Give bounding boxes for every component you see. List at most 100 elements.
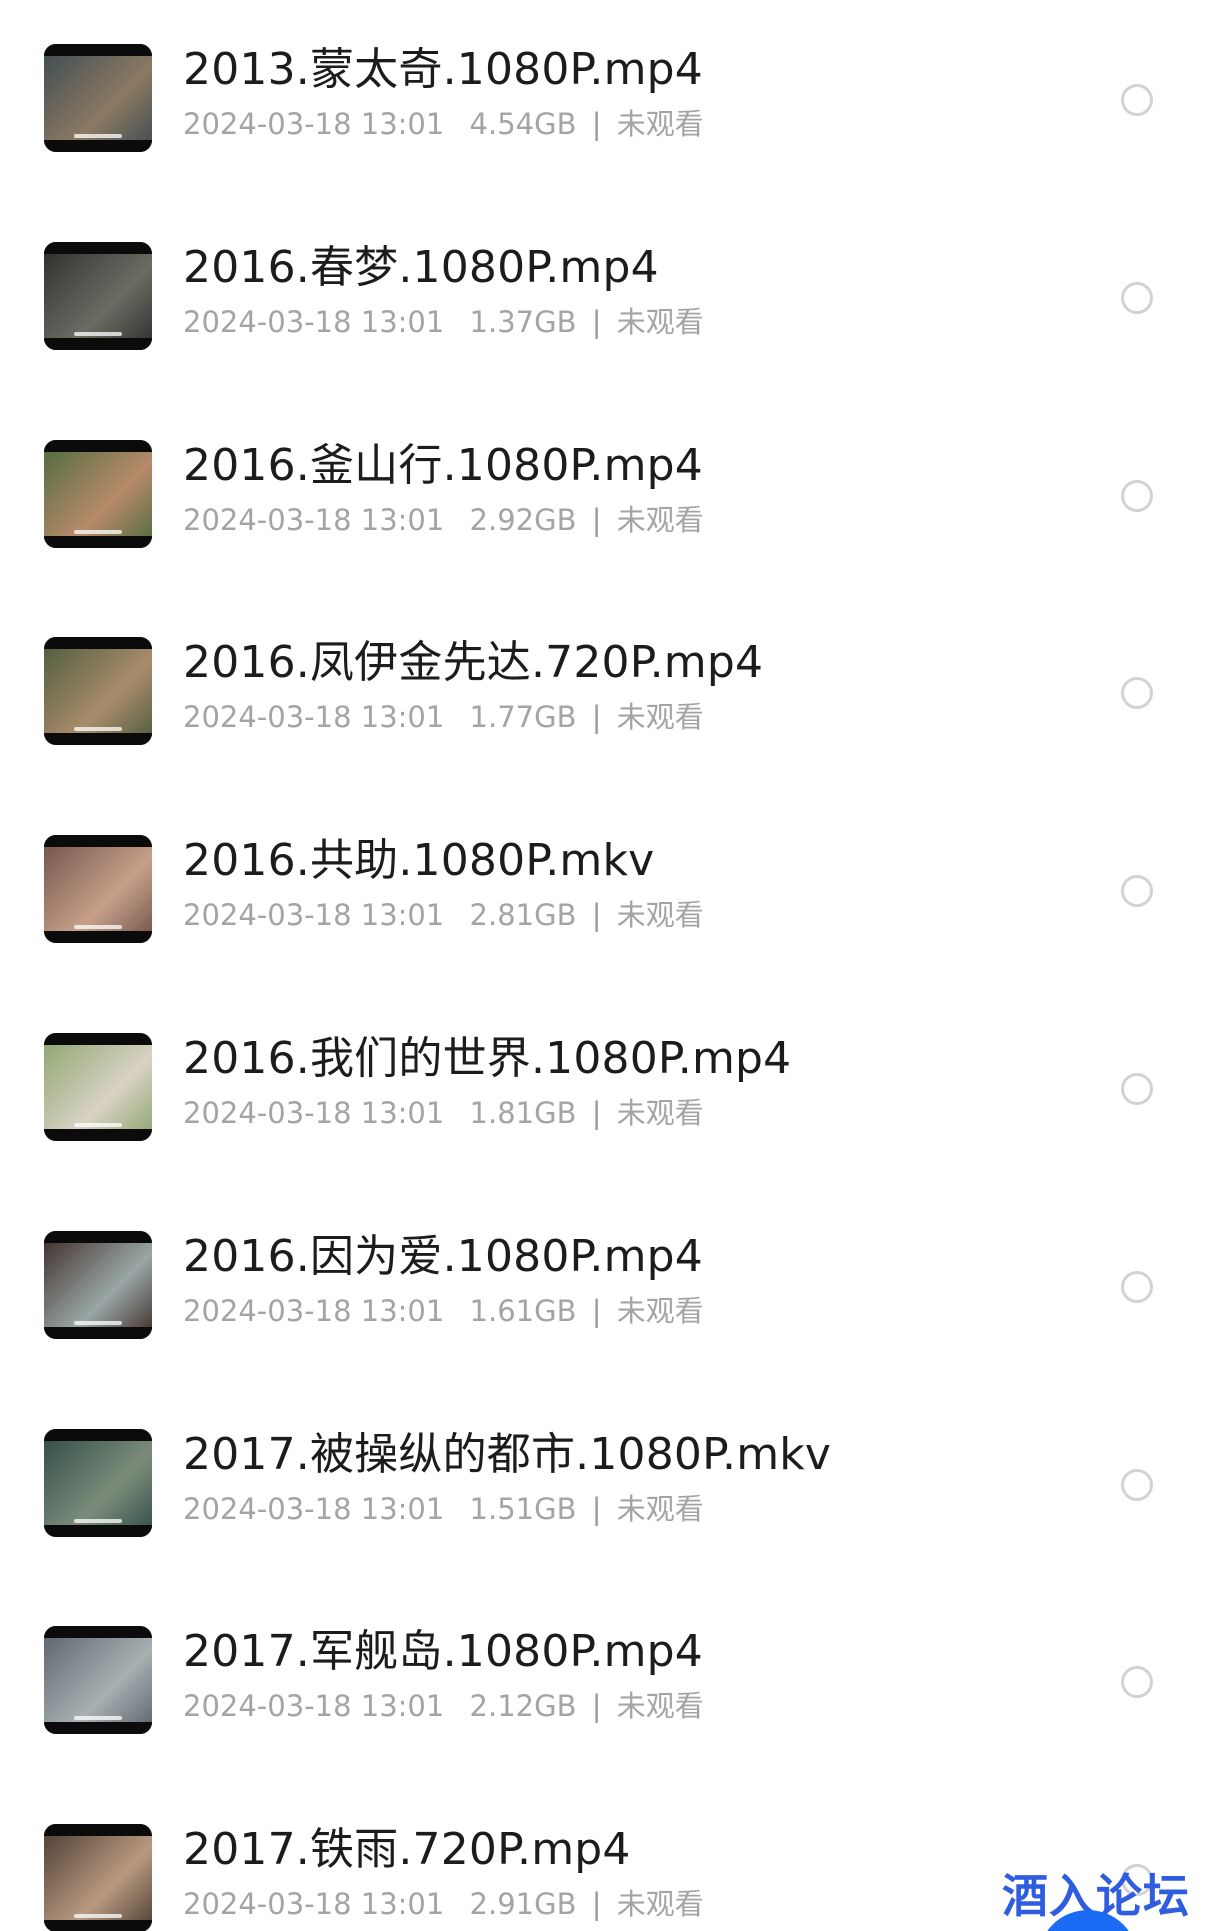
subtitle-strip bbox=[74, 925, 122, 930]
watch-status: 未观看 bbox=[616, 502, 704, 537]
letterbox-bar bbox=[44, 1920, 152, 1931]
file-row[interactable]: 2016.凤伊金先达.720P.mp4 2024-03-18 13:01 1.7… bbox=[0, 629, 1220, 827]
subtitle-strip bbox=[74, 727, 122, 732]
select-radio[interactable] bbox=[1121, 1270, 1153, 1303]
letterbox-bar bbox=[44, 1824, 152, 1837]
meta-separator: | bbox=[591, 304, 602, 339]
file-row[interactable]: 2016.因为爱.1080P.mp4 2024-03-18 13:01 1.61… bbox=[0, 1223, 1220, 1421]
file-size: 2.91GB bbox=[469, 1887, 577, 1922]
file-name: 2013.蒙太奇.1080P.mp4 bbox=[183, 44, 703, 95]
file-meta: 2024-03-18 13:01 2.91GB | 未观看 bbox=[183, 1885, 704, 1923]
letterbox-bar bbox=[44, 1129, 152, 1141]
watch-status: 未观看 bbox=[616, 1689, 704, 1724]
file-date: 2024-03-18 13:01 bbox=[183, 304, 445, 339]
letterbox-bar bbox=[44, 44, 152, 56]
meta-separator: | bbox=[591, 502, 602, 537]
file-meta: 2024-03-18 13:01 1.51GB | 未观看 bbox=[183, 1490, 704, 1528]
file-size: 4.54GB bbox=[469, 107, 577, 141]
subtitle-strip bbox=[74, 1320, 122, 1325]
file-size: 2.81GB bbox=[469, 898, 577, 933]
letterbox-bar bbox=[44, 1524, 152, 1537]
watch-status: 未观看 bbox=[616, 700, 704, 735]
letterbox-bar bbox=[44, 1033, 152, 1045]
file-date: 2024-03-18 13:01 bbox=[183, 898, 445, 933]
file-row[interactable]: 2017.被操纵的都市.1080P.mkv 2024-03-18 13:01 1… bbox=[0, 1421, 1220, 1619]
meta-separator: | bbox=[591, 1887, 602, 1922]
subtitle-strip bbox=[74, 1914, 122, 1919]
file-meta: 2024-03-18 13:01 2.81GB | 未观看 bbox=[183, 896, 704, 934]
letterbox-bar bbox=[44, 733, 152, 746]
letterbox-bar bbox=[44, 535, 152, 548]
file-row[interactable]: 2016.共助.1080P.mkv 2024-03-18 13:01 2.81G… bbox=[0, 827, 1220, 1025]
letterbox-bar bbox=[44, 835, 152, 848]
video-thumbnail bbox=[44, 1428, 152, 1537]
video-thumbnail bbox=[44, 835, 152, 944]
select-radio[interactable] bbox=[1121, 1073, 1153, 1105]
watch-status: 未观看 bbox=[616, 1491, 704, 1526]
letterbox-bar bbox=[44, 337, 152, 350]
file-meta: 2024-03-18 13:01 4.54GB | 未观看 bbox=[183, 105, 704, 143]
subtitle-strip bbox=[74, 1716, 122, 1721]
select-radio[interactable] bbox=[1121, 677, 1153, 710]
select-radio[interactable] bbox=[1121, 479, 1153, 512]
letterbox-bar bbox=[44, 1626, 152, 1639]
file-row[interactable]: 2017.军舰岛.1080P.mp4 2024-03-18 13:01 2.12… bbox=[0, 1618, 1220, 1816]
select-radio[interactable] bbox=[1121, 281, 1153, 314]
watch-status: 未观看 bbox=[616, 898, 704, 933]
file-name: 2016.釜山行.1080P.mp4 bbox=[183, 439, 703, 491]
letterbox-bar bbox=[44, 1428, 152, 1441]
file-date: 2024-03-18 13:01 bbox=[183, 107, 445, 141]
file-name: 2016.我们的世界.1080P.mp4 bbox=[183, 1033, 792, 1084]
subtitle-strip bbox=[74, 1518, 122, 1523]
file-name: 2016.凤伊金先达.720P.mp4 bbox=[183, 637, 764, 689]
video-thumbnail bbox=[44, 637, 152, 746]
video-thumbnail bbox=[44, 1626, 152, 1735]
file-meta: 2024-03-18 13:01 1.61GB | 未观看 bbox=[183, 1292, 704, 1330]
watch-status: 未观看 bbox=[616, 107, 704, 141]
file-meta: 2024-03-18 13:01 1.37GB | 未观看 bbox=[183, 303, 704, 341]
file-name: 2016.春梦.1080P.mp4 bbox=[183, 241, 659, 293]
file-date: 2024-03-18 13:01 bbox=[183, 1096, 445, 1130]
letterbox-bar bbox=[44, 1722, 152, 1735]
file-date: 2024-03-18 13:01 bbox=[183, 1689, 445, 1724]
file-row[interactable]: 2016.春梦.1080P.mp4 2024-03-18 13:01 1.37G… bbox=[0, 234, 1220, 432]
file-name: 2017.铁雨.720P.mp4 bbox=[183, 1824, 631, 1876]
letterbox-bar bbox=[44, 931, 152, 944]
file-meta: 2024-03-18 13:01 2.12GB | 未观看 bbox=[183, 1687, 704, 1725]
letterbox-bar bbox=[44, 1230, 152, 1243]
video-thumbnail bbox=[44, 1033, 152, 1141]
file-date: 2024-03-18 13:01 bbox=[183, 1293, 445, 1328]
file-row[interactable]: 2016.我们的世界.1080P.mp4 2024-03-18 13:01 1.… bbox=[0, 1025, 1220, 1223]
file-size: 2.92GB bbox=[469, 502, 577, 537]
meta-separator: | bbox=[591, 1293, 602, 1328]
select-radio[interactable] bbox=[1121, 1468, 1153, 1501]
meta-separator: | bbox=[591, 700, 602, 735]
meta-separator: | bbox=[591, 898, 602, 933]
file-date: 2024-03-18 13:01 bbox=[183, 1887, 445, 1922]
video-thumbnail bbox=[44, 44, 152, 152]
letterbox-bar bbox=[44, 439, 152, 452]
file-name: 2017.军舰岛.1080P.mp4 bbox=[183, 1626, 703, 1678]
subtitle-strip bbox=[74, 1123, 122, 1127]
meta-separator: | bbox=[591, 1491, 602, 1526]
watch-status: 未观看 bbox=[616, 304, 704, 339]
file-date: 2024-03-18 13:01 bbox=[183, 1491, 445, 1526]
file-size: 1.51GB bbox=[469, 1491, 577, 1526]
file-name: 2017.被操纵的都市.1080P.mkv bbox=[183, 1428, 832, 1480]
letterbox-bar bbox=[44, 1326, 152, 1339]
file-meta: 2024-03-18 13:01 1.77GB | 未观看 bbox=[183, 698, 704, 736]
watch-status: 未观看 bbox=[616, 1887, 704, 1922]
letterbox-bar bbox=[44, 241, 152, 254]
file-name: 2016.共助.1080P.mkv bbox=[183, 835, 655, 887]
select-radio[interactable] bbox=[1121, 84, 1153, 116]
file-meta: 2024-03-18 13:01 1.81GB | 未观看 bbox=[183, 1094, 704, 1132]
video-thumbnail bbox=[44, 241, 152, 350]
file-row[interactable]: 2016.釜山行.1080P.mp4 2024-03-18 13:01 2.92… bbox=[0, 432, 1220, 630]
file-date: 2024-03-18 13:01 bbox=[183, 502, 445, 537]
file-date: 2024-03-18 13:01 bbox=[183, 700, 445, 735]
file-size: 1.37GB bbox=[469, 304, 577, 339]
select-radio[interactable] bbox=[1121, 875, 1153, 908]
select-radio[interactable] bbox=[1121, 1666, 1153, 1699]
file-row[interactable]: 2013.蒙太奇.1080P.mp4 2024-03-18 13:01 4.54… bbox=[0, 36, 1220, 234]
letterbox-bar bbox=[44, 637, 152, 650]
